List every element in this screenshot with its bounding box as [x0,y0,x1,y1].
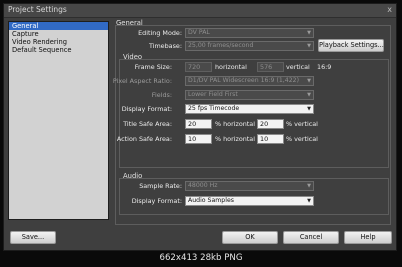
title-safe-horizontal-unit: % horizontal [215,120,255,128]
audio-display-format-label: Display Format: [131,197,182,205]
cancel-button[interactable]: Cancel [283,231,339,244]
title-safe-vertical-field[interactable]: 20 [257,119,284,129]
audio-heading: Audio [123,172,143,180]
sidebar-item-video-rendering[interactable]: Video Rendering [9,38,108,46]
sample-rate-select[interactable]: 48000 Hz ▼ [185,181,314,191]
fields-select[interactable]: Lower Field First ▼ [185,90,314,100]
chevron-down-icon: ▼ [307,198,311,204]
frame-width-field[interactable]: 720 [185,62,212,72]
timebase-select[interactable]: 25,00 frames/second ▼ [185,41,314,51]
video-heading: Video [123,53,143,61]
title-safe-vertical-unit: % vertical [286,120,318,128]
help-button[interactable]: Help [344,231,392,244]
action-safe-vertical-field[interactable]: 10 [257,134,284,144]
editing-mode-label: Editing Mode: [138,29,182,37]
chevron-down-icon: ▼ [307,43,311,49]
frame-vertical-label: vertical [286,63,310,71]
pixel-aspect-label: Pixel Aspect Ratio: [112,77,172,85]
chevron-down-icon: ▼ [307,106,311,112]
timebase-label: Timebase: [148,42,182,50]
video-display-format-label: Display Format: [121,105,172,113]
ok-button[interactable]: OK [222,231,278,244]
audio-display-format-select[interactable]: Audio Samples ▼ [185,196,314,206]
chevron-down-icon: ▼ [307,78,311,84]
pixel-aspect-select[interactable]: D1/DV PAL Widescreen 16:9 (1,422) ▼ [185,76,314,86]
close-icon[interactable]: x [387,5,392,14]
sidebar-item-general[interactable]: General [9,22,108,30]
sidebar-item-capture[interactable]: Capture [9,30,108,38]
frame-height-field[interactable]: 576 [257,62,284,72]
image-caption: 662x413 28kb PNG [159,253,243,263]
video-display-format-select[interactable]: 25 fps Timecode ▼ [185,104,314,114]
action-safe-horizontal-field[interactable]: 10 [185,134,212,144]
general-heading: General [116,19,143,27]
playback-settings-button[interactable]: Playback Settings... [318,39,384,52]
frame-horizontal-label: horizontal [215,63,247,71]
aspect-ratio-text: 16:9 [317,63,332,71]
action-safe-label: Action Safe Area: [116,135,172,143]
title-safe-label: Title Safe Area: [123,120,172,128]
sidebar-item-default-sequence[interactable]: Default Sequence [9,46,108,54]
window-title: Project Settings [8,5,67,14]
action-safe-horizontal-unit: % horizontal [215,135,255,143]
chevron-down-icon: ▼ [307,30,311,36]
sample-rate-label: Sample Rate: [139,182,182,190]
chevron-down-icon: ▼ [307,92,311,98]
save-button[interactable]: Save... [10,231,56,244]
project-settings-dialog: Project Settings x General Capture Video… [3,3,397,251]
fields-label: Fields: [151,91,172,99]
title-safe-horizontal-field[interactable]: 20 [185,119,212,129]
chevron-down-icon: ▼ [307,183,311,189]
title-bar: Project Settings x [4,4,396,18]
settings-category-list: General Capture Video Rendering Default … [8,21,109,220]
editing-mode-select[interactable]: DV PAL ▼ [185,28,314,38]
action-safe-vertical-unit: % vertical [286,135,318,143]
frame-size-label: Frame Size: [134,63,172,71]
